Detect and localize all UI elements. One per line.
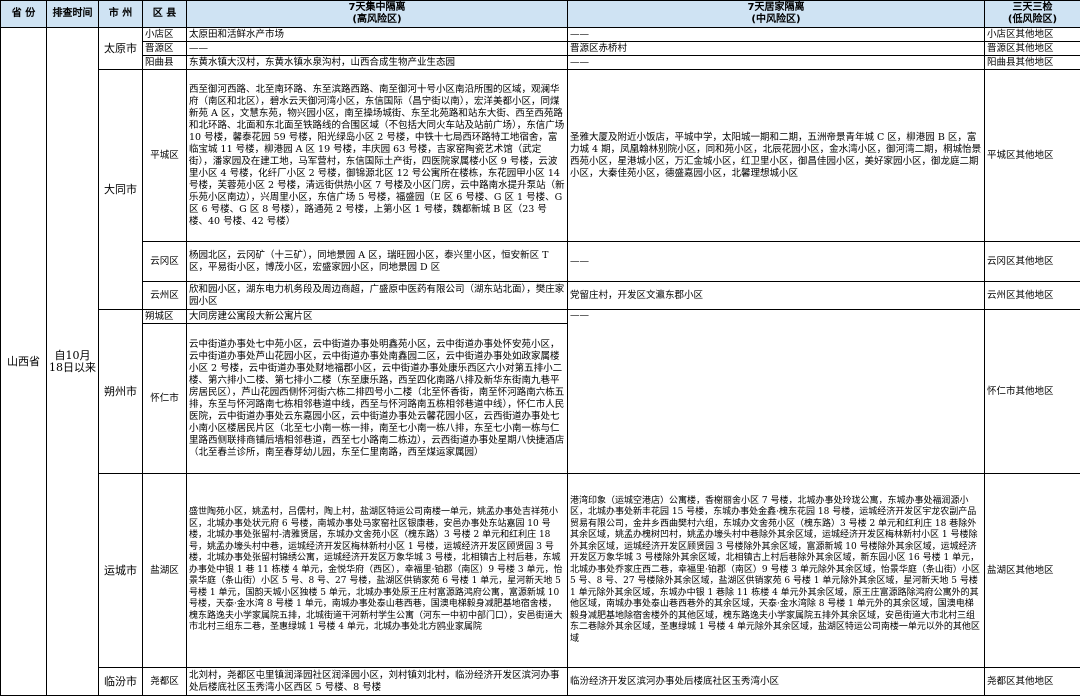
table-row: 晋源区 —— 晋源区赤桥村 晋源区其他地区 [1,42,1080,56]
high-risk-cell: 盛世陶苑小区，姚孟村，吕儒村，陶上村，盐湖区特运公司南楼一单元，姚孟办事处吉祥苑… [187,474,568,668]
county-cell: 盐湖区 [143,474,187,668]
header-low-risk: 三天三检(低风险区) [985,1,1080,28]
header-mid-risk: 7天居家隔离(中风险区) [568,1,985,28]
mid-risk-cell: 临汾经济开发区滨河办事处后楼底社区玉秀湾小区 [568,668,985,696]
high-risk-cell: —— [187,42,568,56]
county-cell: 平城区 [143,70,187,242]
low-risk-cell: 云州区其他地区 [985,282,1080,310]
header-low-line1: 三天三检 [985,2,1080,14]
header-city: 市 州 [99,1,143,28]
header-time: 排查时间 [47,1,99,28]
time-cell: 自10月18日以来 [47,28,99,696]
mid-risk-cell: —— [568,56,985,70]
province-cell: 山西省 [1,28,47,696]
header-high-line1: 7天集中隔离 [187,2,567,14]
mid-risk-cell: 港湾印象（运城空港店）公寓楼，香榭丽舍小区 7 号楼，北城办事处玲珑公寓，东城办… [568,474,985,668]
county-cell: 小店区 [143,28,187,42]
high-risk-cell: 云中街道办事处七中苑小区，云中街道办事处明鑫苑小区，云中街道办事处怀安苑小区，云… [187,324,568,474]
high-risk-cell: 太原田和活鲜水产市场 [187,28,568,42]
table-row: 运城市 盐湖区 盛世陶苑小区，姚孟村，吕儒村，陶上村，盐湖区特运公司南楼一单元，… [1,474,1080,668]
mid-risk-cell: —— [568,310,985,474]
county-cell: 云州区 [143,282,187,310]
high-risk-cell: 大同房建公寓段大新公寓片区 [187,310,568,324]
header-mid-line1: 7天居家隔离 [568,2,984,14]
high-risk-cell: 杨园北区，云冈矿（十三矿），同地景园 A 区，瑞旺园小区，泰兴里小区，恒安新区 … [187,242,568,282]
table-row: 山西省 自10月18日以来 太原市 小店区 太原田和活鲜水产市场 —— 小店区其… [1,28,1080,42]
table-row: 云州区 欣和园小区，湖东电力机务段及周边商超，广盛原中医药有限公司（湖东站北面）… [1,282,1080,310]
header-high-risk: 7天集中隔离(高风险区) [187,1,568,28]
low-risk-cell: 小店区其他地区 [985,28,1080,42]
mid-risk-cell: 圣雅大厦及附近小饭店，平城中学，太阳城一期和二期，五洲帝景青年城 C 区，柳港园… [568,70,985,242]
table-row: 朔州市 朔城区 大同房建公寓段大新公寓片区 —— 怀仁市其他地区 [1,310,1080,324]
header-high-line2: (高风险区) [187,14,567,26]
city-cell-linfen: 临汾市 [99,668,143,696]
low-risk-cell: 平城区其他地区 [985,70,1080,242]
low-risk-cell: 盐湖区其他地区 [985,474,1080,668]
city-cell-taiyuan: 太原市 [99,28,143,70]
table-row: 临汾市 尧都区 北刘村，尧都区屯里镇润泽园社区润泽园小区，刘村镇刘北村，临汾经济… [1,668,1080,696]
high-risk-cell: 西至御河西路、北至南环路、东至滨路西路、南至御河十号小区南沿所围的区域，观澜华府… [187,70,568,242]
city-cell-yuncheng: 运城市 [99,474,143,668]
header-province: 省 份 [1,1,47,28]
mid-risk-cell: 晋源区赤桥村 [568,42,985,56]
header-county: 区 县 [143,1,187,28]
county-cell: 尧都区 [143,668,187,696]
city-cell-shuozhou: 朔州市 [99,310,143,474]
high-risk-cell: 东黄水镇大汉村，东黄水镇水泉沟村，山西合成生物产业生态园 [187,56,568,70]
county-cell: 阳曲县 [143,56,187,70]
county-cell: 朔城区 [143,310,187,324]
county-cell: 晋源区 [143,42,187,56]
county-cell: 云冈区 [143,242,187,282]
table-row: 阳曲县 东黄水镇大汉村，东黄水镇水泉沟村，山西合成生物产业生态园 —— 阳曲县其… [1,56,1080,70]
header-mid-line2: (中风险区) [568,14,984,26]
header-row: 省 份 排查时间 市 州 区 县 7天集中隔离(高风险区) 7天居家隔离(中风险… [1,1,1080,28]
mid-risk-cell: —— [568,28,985,42]
low-risk-cell: 晋源区其他地区 [985,42,1080,56]
low-risk-cell: 尧都区其他地区 [985,668,1080,696]
header-low-line2: (低风险区) [985,14,1080,26]
mid-risk-cell: —— [568,242,985,282]
table-row: 云冈区 杨园北区，云冈矿（十三矿），同地景园 A 区，瑞旺园小区，泰兴里小区，恒… [1,242,1080,282]
low-risk-cell: 阳曲县其他地区 [985,56,1080,70]
risk-area-table: 省 份 排查时间 市 州 区 县 7天集中隔离(高风险区) 7天居家隔离(中风险… [0,0,1080,696]
high-risk-cell: 欣和园小区，湖东电力机务段及周边商超，广盛原中医药有限公司（湖东站北面），樊庄家… [187,282,568,310]
high-risk-cell: 北刘村，尧都区屯里镇润泽园社区润泽园小区，刘村镇刘北村，临汾经济开发区滨河办事处… [187,668,568,696]
table-row: 大同市 平城区 西至御河西路、北至南环路、东至滨路西路、南至御河十号小区南沿所围… [1,70,1080,242]
city-cell-datong: 大同市 [99,70,143,310]
low-risk-cell: 云冈区其他地区 [985,242,1080,282]
mid-risk-cell: 党留庄村，开发区文瀛东郡小区 [568,282,985,310]
low-risk-cell: 怀仁市其他地区 [985,310,1080,474]
county-cell: 怀仁市 [143,324,187,474]
